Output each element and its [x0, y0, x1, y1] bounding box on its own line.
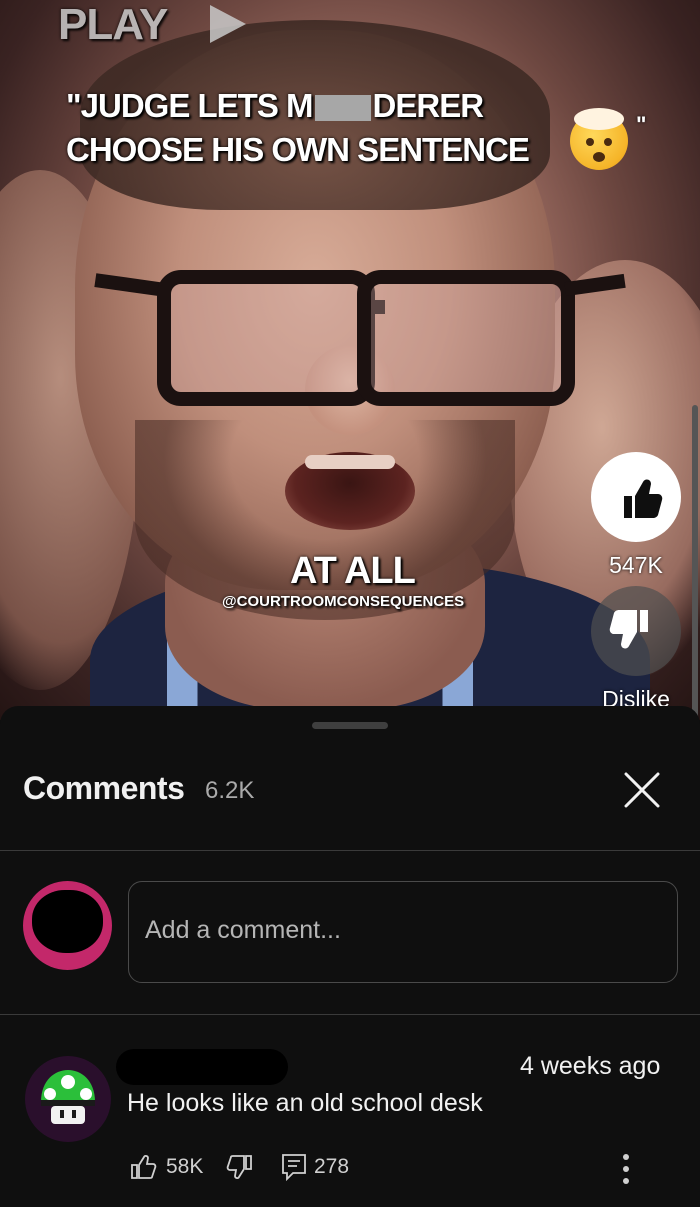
thumbs-down-icon: [609, 610, 648, 649]
video-headline: "JUDGE LETS M DERER CHOOSE HIS OWN SENTEN…: [66, 84, 530, 172]
headline-quote-end: ": [636, 112, 647, 137]
redacted-username: [116, 1049, 288, 1085]
avatar-redaction: [32, 890, 103, 953]
thumbs-down-icon: [226, 1155, 252, 1179]
play-icon: [210, 5, 246, 43]
dislike-button[interactable]: [591, 586, 681, 676]
divider: [0, 1014, 700, 1015]
more-options-button[interactable]: [612, 1151, 640, 1187]
play-label: PLAY: [58, 0, 168, 49]
comments-title: Comments: [23, 770, 185, 806]
close-button[interactable]: [618, 766, 666, 814]
reply-button[interactable]: 278: [280, 1152, 349, 1182]
commenter-avatar[interactable]: [25, 1056, 111, 1142]
avatar[interactable]: [23, 881, 112, 970]
comment-like-button[interactable]: 58K: [128, 1152, 203, 1182]
redaction-box: [314, 95, 371, 122]
channel-watermark: @COURTROOMCONSEQUENCES: [222, 593, 465, 610]
headline-part-1: "JUDGE LETS M: [66, 87, 314, 124]
comment-dislike-button[interactable]: [225, 1152, 255, 1182]
thumbs-up-icon: [131, 1155, 157, 1179]
comments-sheet: Comments 6.2K Add a comment... 4 weeks a…: [0, 706, 700, 1207]
reply-count: 278: [314, 1155, 350, 1178]
mushroom-avatar-icon: [41, 1070, 95, 1124]
glasses: [94, 262, 626, 406]
headline-line-2: CHOOSE HIS OWN SENTENCE: [66, 131, 530, 168]
comment-text: He looks like an old school desk: [127, 1089, 483, 1117]
like-button[interactable]: [591, 452, 681, 542]
more-vert-icon: [623, 1154, 629, 1184]
close-icon: [624, 772, 660, 808]
thumbs-up-icon: [624, 479, 663, 518]
like-count: 547K: [609, 552, 663, 578]
comment-like-count: 58K: [166, 1155, 204, 1178]
mind-blown-emoji-icon: [570, 108, 628, 170]
headline-part-2: DERER: [372, 87, 485, 124]
video-caption: AT ALL: [290, 550, 416, 592]
teeth: [305, 455, 395, 469]
reply-icon: [282, 1154, 306, 1182]
add-comment-input[interactable]: Add a comment...: [128, 881, 678, 983]
drag-handle[interactable]: [312, 722, 388, 729]
comments-count: 6.2K: [205, 777, 255, 804]
comment-time: 4 weeks ago: [520, 1052, 661, 1080]
divider: [0, 850, 700, 851]
